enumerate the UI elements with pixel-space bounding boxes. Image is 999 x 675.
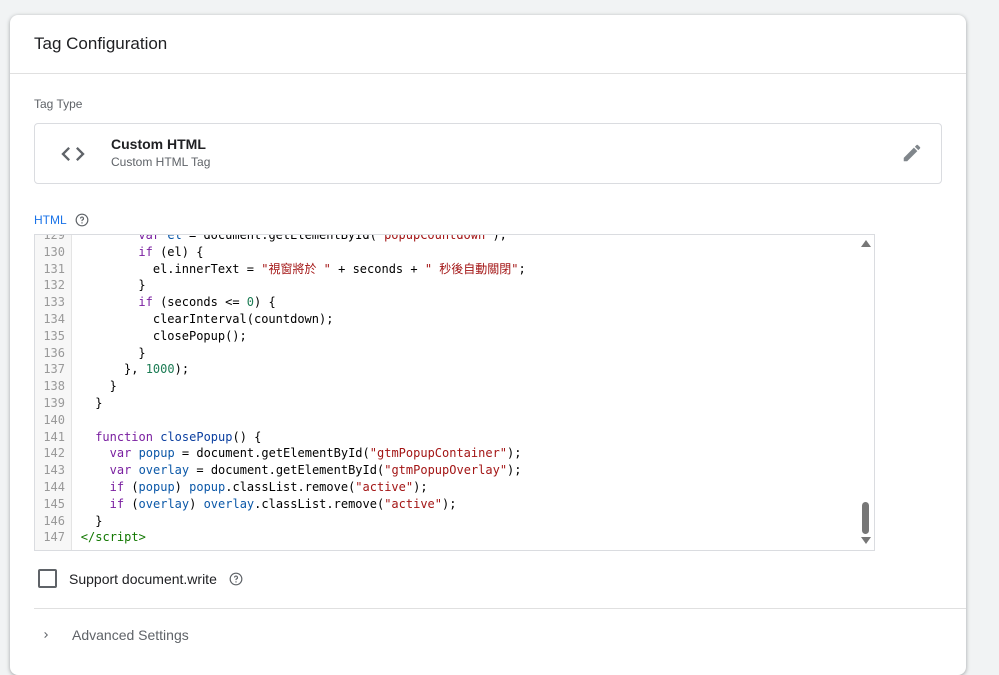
code-line: 131 el.innerText = "視窗將於 " + seconds + "… [35,261,874,278]
code-line: 144 if (popup) popup.classList.remove("a… [35,479,874,496]
line-number: 140 [43,412,65,427]
code-text: if (popup) popup.classList.remove("activ… [109,479,428,494]
code-text: var overlay = document.getElementById("g… [109,463,522,478]
line-number: 130 [43,244,65,259]
line-number: 133 [43,295,65,310]
support-document-write-label[interactable]: Support document.write [69,571,217,587]
code-line: 135 closePopup(); [35,328,874,345]
code-text: } [95,395,103,410]
tag-configuration-card: Tag Configuration Tag Type Custom HTML C… [10,15,966,675]
code-lines[interactable]: 129 var el = document.getElementById("pop… [35,234,874,546]
code-text: if (overlay) overlay.classList.remove("a… [109,496,457,511]
scroll-thumb[interactable] [862,502,869,534]
code-text: el.innerText = "視窗將於 " + seconds + " 秒後自… [138,261,526,276]
tag-type-label: Tag Type [34,97,83,111]
line-number: 143 [43,463,65,478]
line-number: 141 [43,429,65,444]
code-line: 138} [35,378,874,395]
code-line: 145 if (overlay) overlay.classList.remov… [35,496,874,513]
line-number: 144 [43,479,65,494]
code-text: if (el) { [138,244,204,259]
line-number: 139 [43,395,65,410]
line-number: 142 [43,446,65,461]
help-icon[interactable] [75,213,89,227]
html-code-editor[interactable]: 129 var el = document.getElementById("pop… [34,234,875,551]
tag-type-selector[interactable]: Custom HTML Custom HTML Tag [34,123,942,184]
support-document-write-checkbox[interactable] [38,569,57,588]
code-text: </script> [80,530,146,545]
code-text: var el = document.getElementById("popupC… [138,234,507,242]
line-number: 132 [43,278,65,293]
code-text: var popup = document.getElementById("gtm… [109,446,522,461]
tag-type-title: Custom HTML [111,136,206,152]
editor-scrollbar[interactable] [858,235,874,550]
code-text: } [95,513,103,528]
code-line: 147 </script> [35,529,874,546]
code-line: 142 var popup = document.getElementById(… [35,445,874,462]
html-field-label: HTML [34,213,89,227]
line-number: 145 [43,496,65,511]
line-number: 138 [43,379,65,394]
code-line: 134 clearInterval(countdown); [35,311,874,328]
card-title: Tag Configuration [10,15,966,74]
scroll-down-arrow-icon[interactable] [861,537,871,544]
code-line: 141 function closePopup() { [35,429,874,446]
code-line: 137 }, 1000); [35,361,874,378]
code-line: 140 [35,412,874,429]
code-text: closePopup(); [138,328,247,343]
scroll-up-arrow-icon[interactable] [861,240,871,247]
code-text: if (seconds <= 0) { [138,295,276,310]
code-text: } [138,278,146,293]
code-text: }, 1000); [124,362,190,377]
html-label-text: HTML [34,213,67,227]
code-line: 132} [35,277,874,294]
code-line: 136} [35,345,874,362]
line-number: 135 [43,328,65,343]
code-line: 139} [35,395,874,412]
chevron-right-icon [44,632,48,638]
code-line: 129 var el = document.getElementById("pop… [35,234,874,244]
code-text: } [109,379,117,394]
advanced-settings-toggle[interactable]: Advanced Settings [40,627,189,643]
code-text: function closePopup() { [95,429,262,444]
code-line: 146} [35,513,874,530]
line-number: 146 [43,513,65,528]
line-number: 147 [43,530,65,545]
line-number: 134 [43,311,65,326]
code-icon [61,147,85,161]
code-line: 143 var overlay = document.getElementByI… [35,462,874,479]
help-icon[interactable] [229,572,243,586]
pencil-icon[interactable] [901,142,923,164]
line-number: 136 [43,345,65,360]
line-number: 131 [43,261,65,276]
advanced-settings-label[interactable]: Advanced Settings [72,627,189,643]
code-text: } [138,345,146,360]
divider [34,608,966,609]
code-line: 130 if (el) { [35,244,874,261]
code-text: clearInterval(countdown); [138,311,334,326]
tag-type-subtitle: Custom HTML Tag [111,155,211,169]
support-document-write-row[interactable]: Support document.write [38,569,243,588]
code-line: 133 if (seconds <= 0) { [35,294,874,311]
line-number: 137 [43,362,65,377]
line-number: 129 [43,234,65,242]
